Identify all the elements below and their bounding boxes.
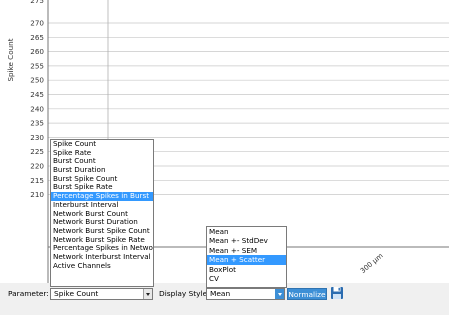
display-style-option[interactable]: Mean +- StdDev (207, 236, 286, 245)
parameter-select[interactable]: Spike Count (50, 288, 153, 300)
y-tick-label: 265 (30, 33, 44, 42)
display-style-option[interactable]: BoxPlot (207, 265, 286, 274)
display-style-option[interactable]: Mean (207, 227, 286, 236)
x-tick-label: 300 µm (359, 252, 385, 276)
y-tick-label: 235 (30, 119, 44, 128)
y-tick-label: 250 (30, 76, 44, 85)
parameter-option[interactable]: Burst Count (51, 157, 153, 166)
parameter-option[interactable]: Percentage Spikes in Burst (51, 192, 153, 201)
display-style-option[interactable]: Mean + Scatter (207, 255, 286, 265)
y-tick-label: 270 (30, 19, 44, 28)
y-tick-label: 240 (30, 104, 44, 113)
parameter-option[interactable]: Spike Rate (51, 149, 153, 158)
display-style-select[interactable]: Mean (206, 288, 285, 300)
parameter-option[interactable]: Active Channels (51, 262, 153, 271)
y-tick-label: 220 (30, 162, 44, 171)
chevron-down-icon[interactable] (275, 289, 284, 299)
parameter-option[interactable]: Network Interburst Interval (51, 253, 153, 262)
display-style-label: Display Style: (159, 289, 210, 298)
save-icon[interactable] (330, 286, 344, 300)
y-tick-label-top: 275 (30, 0, 44, 5)
parameter-dropdown-list[interactable]: Spike Count Spike Rate Burst Count Burst Du… (50, 139, 154, 287)
parameter-option[interactable]: Network Burst Spike Rate (51, 236, 153, 245)
chevron-down-icon[interactable] (143, 289, 152, 299)
y-tick-label: 225 (30, 147, 44, 156)
y-tick-label: 255 (30, 61, 44, 70)
y-tick-label: 210 (30, 190, 44, 199)
display-style-dropdown-list[interactable]: Mean Mean +- StdDev Mean +- SEM Mean + Scat… (206, 226, 287, 288)
parameter-option[interactable]: Percentage Spikes in Network (51, 244, 153, 253)
y-tick-labels: 270 265 260 255 250 245 240 235 230 225 220 215 210 (30, 19, 44, 200)
parameter-option[interactable]: Burst Spike Count (51, 175, 153, 184)
normalize-button[interactable]: Normalize (287, 288, 327, 300)
parameter-option[interactable]: Burst Duration (51, 166, 153, 175)
display-style-option[interactable]: Mean +- SEM (207, 246, 286, 255)
y-axis-title: Spike Count (6, 38, 15, 81)
parameter-option[interactable]: Spike Count (51, 140, 153, 149)
parameter-option[interactable]: Burst Spike Rate (51, 183, 153, 192)
y-tick-label: 260 (30, 47, 44, 56)
display-style-select-value: Mean (210, 289, 231, 298)
parameter-option[interactable]: Network Burst Count (51, 210, 153, 219)
y-tick-label: 245 (30, 90, 44, 99)
parameter-label: Parameter: (8, 289, 49, 298)
y-tick-label: 215 (30, 176, 44, 185)
display-style-option[interactable]: CV (207, 274, 286, 283)
parameter-option[interactable]: Network Burst Duration (51, 218, 153, 227)
parameter-option[interactable]: Network Burst Spike Count (51, 227, 153, 236)
parameter-option[interactable]: Interburst Interval (51, 201, 153, 210)
parameter-select-value: Spike Count (54, 289, 99, 298)
y-tick-label: 230 (30, 133, 44, 142)
